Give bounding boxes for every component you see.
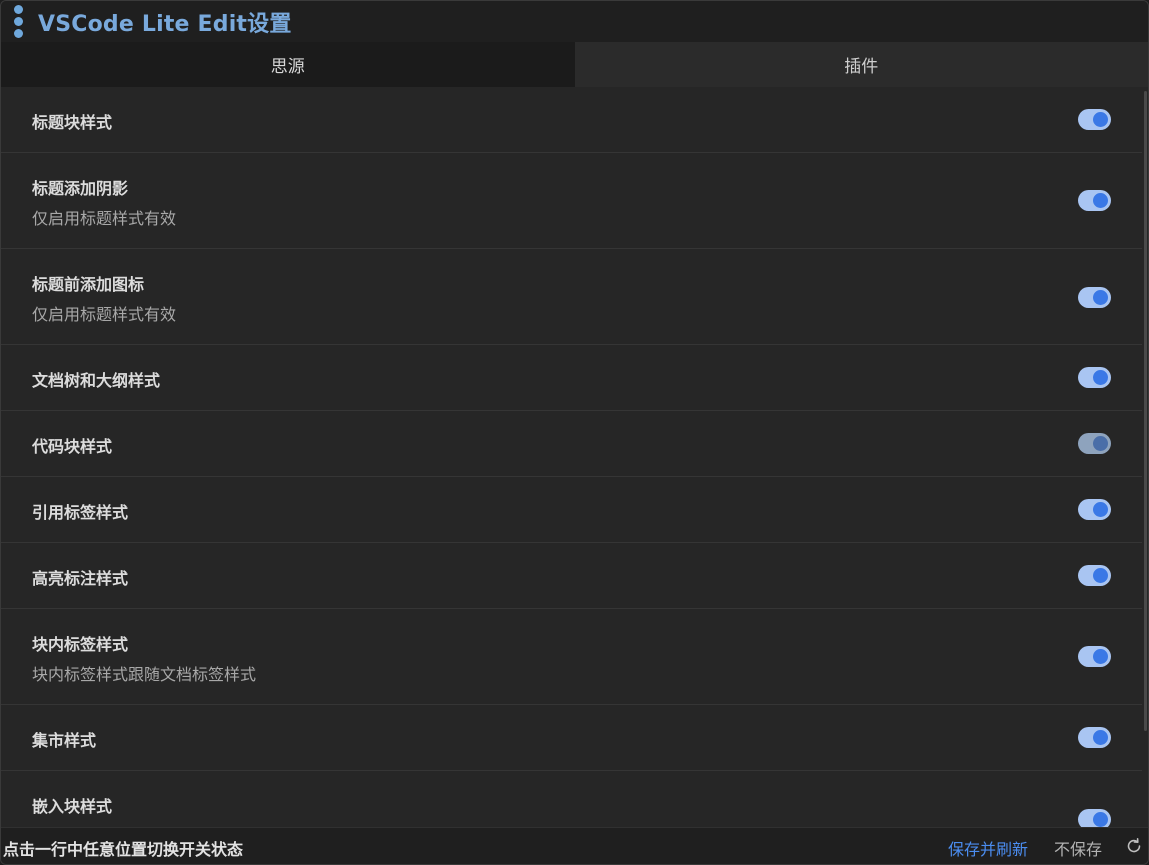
setting-row[interactable]: 块内标签样式 块内标签样式跟随文档标签样式 [1, 609, 1142, 705]
toggle-switch[interactable] [1078, 109, 1111, 130]
toggle-switch[interactable] [1078, 287, 1111, 308]
setting-row[interactable]: 标题添加阴影 仅启用标题样式有效 [1, 153, 1142, 249]
setting-label: 集市样式 [32, 731, 97, 750]
tab-siyuan[interactable]: 思源 [1, 42, 575, 87]
footer-bar: 点击一行中任意位置切换开关状态 保存并刷新 不保存 [1, 827, 1148, 864]
setting-description: 仅启用标题样式有效 [32, 305, 177, 324]
title-bar: VSCode Lite Edit设置 [1, 1, 1148, 42]
setting-row[interactable]: 标题前添加图标 仅启用标题样式有效 [1, 249, 1142, 345]
setting-row[interactable]: 代码块样式 [1, 411, 1142, 477]
setting-label: 高亮标注样式 [32, 569, 129, 588]
setting-row[interactable]: 集市样式 [1, 705, 1142, 771]
app-logo-icon [11, 5, 25, 38]
tab-plugin[interactable]: 插件 [574, 42, 1148, 87]
toggle-switch[interactable] [1078, 499, 1111, 520]
setting-row[interactable]: 引用标签样式 [1, 477, 1142, 543]
setting-label: 代码块样式 [32, 437, 113, 456]
toggle-switch[interactable] [1078, 190, 1111, 211]
toggle-switch[interactable] [1078, 646, 1111, 667]
setting-row[interactable]: 标题块样式 [1, 87, 1142, 153]
toggle-switch[interactable] [1078, 809, 1111, 827]
toggle-switch[interactable] [1078, 433, 1111, 454]
toggle-switch[interactable] [1078, 565, 1111, 586]
settings-list: 标题块样式 标题添加阴影 仅启用标题样式有效 标题前添加图标 仅启用标题样式有效… [1, 87, 1142, 827]
setting-label: 标题前添加图标 [32, 275, 145, 294]
save-refresh-button[interactable]: 保存并刷新 [948, 836, 1028, 860]
setting-label: 引用标签样式 [32, 503, 129, 522]
tab-bar: 思源 插件 [1, 42, 1148, 87]
scrollbar[interactable] [1144, 91, 1147, 731]
setting-row[interactable]: 文档树和大纲样式 [1, 345, 1142, 411]
settings-dialog: VSCode Lite Edit设置 思源 插件 标题块样式 标题添加阴影 仅启… [0, 0, 1149, 865]
dialog-title: VSCode Lite Edit设置 [38, 11, 292, 37]
footer-hint: 点击一行中任意位置切换开关状态 [3, 840, 244, 859]
toggle-switch[interactable] [1078, 727, 1111, 748]
setting-label: 标题添加阴影 [32, 179, 129, 198]
setting-row[interactable]: 高亮标注样式 [1, 543, 1142, 609]
setting-row[interactable]: 嵌入块样式 [1, 771, 1142, 827]
toggle-switch[interactable] [1078, 367, 1111, 388]
setting-label: 标题块样式 [32, 113, 113, 132]
setting-label: 文档树和大纲样式 [32, 371, 161, 390]
refresh-icon[interactable] [1125, 837, 1143, 855]
setting-description: 仅启用标题样式有效 [32, 209, 177, 228]
setting-label: 嵌入块样式 [32, 797, 113, 816]
setting-label: 块内标签样式 [32, 635, 129, 654]
discard-button[interactable]: 不保存 [1054, 836, 1102, 860]
setting-description: 块内标签样式跟随文档标签样式 [32, 665, 257, 684]
